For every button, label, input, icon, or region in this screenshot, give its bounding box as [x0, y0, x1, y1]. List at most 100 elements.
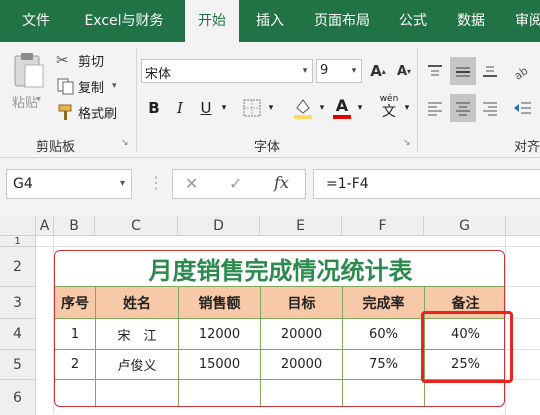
font-color-icon[interactable]: A	[330, 94, 354, 122]
row-header-3[interactable]: 3	[0, 287, 36, 319]
paste-dropdown-icon[interactable]: ▾	[36, 94, 41, 105]
name-box-dropdown-icon[interactable]: ▾	[120, 178, 125, 189]
tab-home[interactable]: 开始	[185, 0, 239, 42]
header-cell-index[interactable]: 序号	[55, 287, 96, 319]
phonetic-label: wén	[379, 94, 399, 104]
bold-icon[interactable]: B	[144, 96, 164, 120]
align-right-icon[interactable]	[478, 96, 502, 120]
header-cell-completion[interactable]: 完成率	[343, 287, 425, 319]
copy-icon	[57, 78, 74, 95]
cut-button[interactable]: ✂ 剪切	[56, 50, 126, 70]
copy-button[interactable]: 复制 ▾	[56, 76, 132, 96]
paste-button[interactable]	[8, 50, 48, 90]
border-dropdown-icon[interactable]: ▾	[265, 96, 277, 120]
insert-function-icon[interactable]: fx	[274, 173, 289, 192]
table-cell[interactable]: 60%	[343, 319, 425, 350]
row-header-1[interactable]: 1	[0, 236, 36, 247]
table-cell[interactable]: 75%	[343, 350, 425, 380]
more-options-icon[interactable]: ⋮	[148, 175, 164, 191]
table-title[interactable]: 月度销售完成情况统计表	[55, 251, 504, 287]
increase-font-icon[interactable]: A ▴	[368, 59, 388, 83]
column-header-g[interactable]: G	[424, 216, 506, 236]
clipboard-launcher-icon[interactable]: ↘	[121, 138, 129, 148]
table-cell[interactable]: 20000	[261, 350, 343, 380]
fill-color-icon[interactable]	[290, 94, 316, 122]
svg-text:ab: ab	[512, 64, 530, 80]
tab-formulas[interactable]: 公式	[388, 0, 438, 42]
group-divider	[417, 48, 418, 152]
align-middle-icon[interactable]	[450, 57, 476, 85]
phonetic-guide-icon[interactable]: wén 文	[374, 92, 404, 122]
font-size-select[interactable]: 9 ▾	[316, 59, 362, 83]
font-name-value: 宋体	[145, 67, 172, 82]
formula-input[interactable]: =1-F4	[313, 169, 540, 199]
tab-excel-finance[interactable]: Excel与财务	[74, 0, 174, 42]
font-launcher-icon[interactable]: ↘	[403, 138, 411, 148]
table-cell[interactable]: 12000	[179, 319, 261, 350]
row-header-2[interactable]: 2	[0, 247, 36, 287]
row-header-4[interactable]: 4	[0, 319, 36, 350]
font-name-dropdown-icon[interactable]: ▾	[298, 60, 312, 82]
table-cell[interactable]	[261, 380, 343, 406]
column-header-f[interactable]: F	[342, 216, 424, 236]
tab-data[interactable]: 数据	[446, 0, 496, 42]
column-header-b[interactable]: B	[54, 216, 95, 236]
table-cell[interactable]: 15000	[179, 350, 261, 380]
table-cell[interactable]: 20000	[261, 319, 343, 350]
decrease-indent-icon[interactable]	[510, 96, 534, 120]
table-cell[interactable]: 2	[55, 350, 96, 380]
font-color-dropdown-icon[interactable]: ▾	[354, 96, 366, 120]
tab-page-layout[interactable]: 页面布局	[303, 0, 381, 42]
align-bottom-icon[interactable]	[478, 59, 502, 83]
row-header-5[interactable]: 5	[0, 350, 36, 380]
cancel-icon[interactable]: ✕	[185, 174, 198, 193]
name-box-value: G4	[13, 176, 33, 192]
format-painter-label: 格式刷	[78, 106, 118, 122]
column-header-e[interactable]: E	[260, 216, 342, 236]
table-cell[interactable]	[425, 380, 504, 406]
table-cell[interactable]	[55, 380, 96, 406]
scissors-icon: ✂	[56, 51, 69, 69]
formula-value: =1-F4	[326, 176, 369, 192]
tab-file[interactable]: 文件	[10, 0, 62, 42]
phonetic-dropdown-icon[interactable]: ▾	[402, 96, 412, 120]
ribbon-tab-bar: 文件 Excel与财务 开始 插入 页面布局 公式 数据 审阅	[0, 0, 540, 42]
tab-review[interactable]: 审阅	[504, 0, 540, 42]
copy-dropdown-icon[interactable]: ▾	[112, 81, 117, 91]
tab-insert[interactable]: 插入	[245, 0, 295, 42]
header-cell-sales[interactable]: 销售额	[179, 287, 261, 319]
italic-icon[interactable]: I	[170, 96, 190, 120]
table-cell[interactable]	[96, 380, 179, 406]
font-size-value: 9	[320, 63, 329, 78]
align-top-icon[interactable]	[423, 59, 447, 83]
font-size-dropdown-icon[interactable]: ▾	[347, 60, 361, 82]
column-header-a[interactable]: A	[36, 216, 54, 236]
header-cell-name[interactable]: 姓名	[96, 287, 179, 319]
column-header-empty[interactable]	[506, 216, 540, 236]
align-center-icon[interactable]	[450, 94, 476, 122]
decrease-font-icon[interactable]: A ▾	[394, 59, 414, 83]
enter-icon[interactable]: ✓	[229, 174, 242, 193]
row-header-6[interactable]: 6	[0, 380, 36, 415]
fill-color-dropdown-icon[interactable]: ▾	[316, 96, 328, 120]
brush-icon	[58, 104, 72, 120]
table-cell[interactable]	[179, 380, 261, 406]
font-name-select[interactable]: 宋体 ▾	[141, 59, 313, 83]
underline-icon[interactable]: U	[196, 96, 216, 120]
table-cell[interactable]	[343, 380, 425, 406]
format-painter-button[interactable]: 格式刷	[56, 102, 132, 122]
orientation-icon[interactable]: ab	[510, 59, 534, 83]
header-cell-target[interactable]: 目标	[261, 287, 343, 319]
select-all-corner[interactable]	[0, 216, 36, 236]
align-left-icon[interactable]	[423, 96, 447, 120]
border-icon[interactable]	[240, 96, 264, 120]
ribbon-home-panel: 粘贴 ▾ ✂ 剪切 复制 ▾ 格式刷 剪贴板 ↘ 宋体 ▾ 9 ▾ A ▴ A ▾ …	[0, 42, 540, 158]
column-header-c[interactable]: C	[95, 216, 178, 236]
table-cell[interactable]: 卢俊义	[96, 350, 179, 380]
gridline	[505, 286, 540, 287]
column-header-d[interactable]: D	[178, 216, 260, 236]
table-cell[interactable]: 宋 江	[96, 319, 179, 350]
table-cell[interactable]: 1	[55, 319, 96, 350]
underline-dropdown-icon[interactable]: ▾	[218, 96, 230, 120]
name-box[interactable]: G4 ▾	[6, 169, 132, 199]
